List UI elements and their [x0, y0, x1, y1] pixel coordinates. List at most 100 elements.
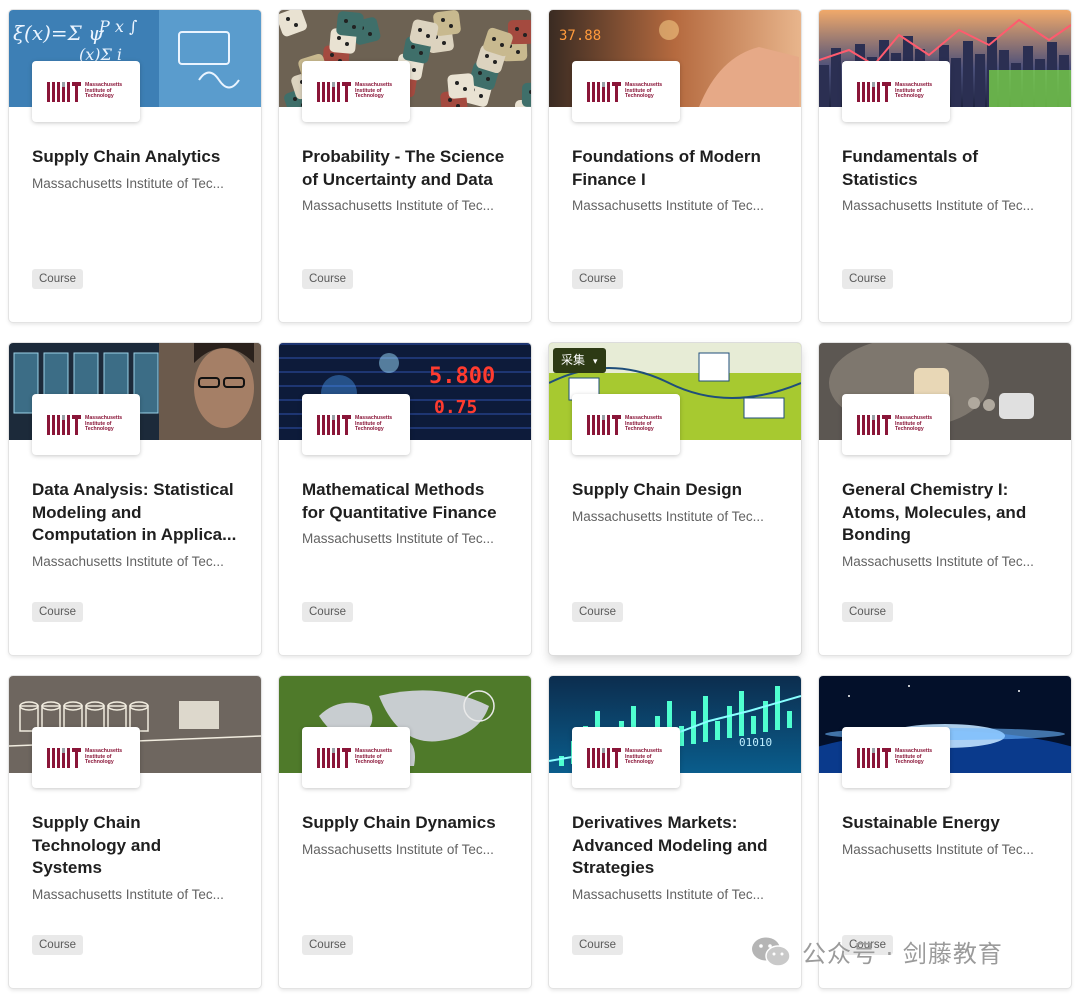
logo-text: Massachusetts Institute of Technology	[625, 415, 663, 433]
svg-text:37.88: 37.88	[559, 28, 601, 44]
partner-logo: Massachusetts Institute of Technology	[32, 727, 140, 788]
course-title-line: of Uncertainty and Data	[302, 169, 493, 189]
svg-text:P x ∫: P x ∫	[98, 17, 137, 36]
course-title[interactable]: Sustainable Energy	[842, 812, 1054, 835]
logo-text: Massachusetts Institute of Technology	[895, 748, 933, 766]
mit-logo-icon	[317, 81, 351, 102]
logo-text: Massachusetts Institute of Technology	[625, 82, 663, 100]
partner-logo: Massachusetts Institute of Technology	[32, 61, 140, 122]
logo-text: Massachusetts Institute of Technology	[85, 748, 123, 766]
svg-text:01010: 01010	[739, 736, 772, 749]
partner-logo: Massachusetts Institute of Technology	[32, 394, 140, 455]
course-type-badge: Course	[572, 269, 624, 289]
partner-name: Massachusetts Institute of Tec...	[32, 175, 224, 191]
course-title[interactable]: Supply Chain Design	[572, 479, 784, 502]
course-title-line: Foundations of Modern	[572, 147, 761, 166]
course-title[interactable]: Foundations of Modern Finance I	[572, 146, 784, 191]
course-card[interactable]: ¥ 采集▾ Massachusetts Institute of Technol…	[549, 343, 801, 655]
partner-name: Massachusetts Institute of Tec...	[572, 508, 764, 524]
course-title-line: Derivatives Markets:	[572, 813, 738, 832]
course-type-badge: Course	[32, 602, 84, 622]
partner-name: Massachusetts Institute of Tec...	[302, 531, 494, 546]
course-title-line: Systems	[32, 858, 102, 877]
partner-logo: Massachusetts Institute of Technology	[302, 394, 410, 455]
course-card[interactable]: 5.800 0.75 Massachusetts Institute of Te…	[279, 343, 531, 655]
course-title-line: Strategies	[572, 858, 655, 877]
course-card[interactable]: Massachusetts Institute of Technology Ge…	[819, 343, 1071, 655]
course-type-badge: Course	[32, 935, 84, 955]
partner-logo: Massachusetts Institute of Technology	[842, 61, 950, 122]
course-title[interactable]: Data Analysis: Statistical Modeling and Co…	[32, 479, 244, 547]
course-card[interactable]: ξ(x)=Σ ψ (x)Σ i P x ∫ Massachusetts Inst…	[9, 10, 261, 322]
mit-logo-icon	[857, 81, 891, 102]
course-title-line: Supply Chain Design	[572, 480, 743, 499]
svg-text:ξ(x)=Σ ψ: ξ(x)=Σ ψ	[13, 21, 104, 45]
partner-logo: Massachusetts Institute of Technology	[842, 394, 950, 455]
logo-text: Massachusetts Institute of Technology	[355, 82, 393, 100]
course-title-line: Computation in Applica...	[32, 525, 237, 544]
chevron-down-icon: ▾	[593, 356, 598, 366]
course-title[interactable]: Supply Chain Analytics	[32, 146, 244, 169]
partner-name: Massachusetts Institute of Tec...	[572, 886, 764, 902]
partner-name: Massachusetts Institute of Tec...	[302, 198, 494, 213]
mit-logo-icon	[47, 414, 81, 435]
logo-text: Massachusetts Institute of Technology	[895, 415, 933, 433]
course-title-line: Mathematical Methods	[302, 480, 485, 499]
collect-label: 采集	[561, 353, 586, 367]
course-title[interactable]: General Chemistry I: Atoms, Molecules, an…	[842, 479, 1054, 547]
svg-text:5.800: 5.800	[429, 364, 495, 389]
course-type-badge: Course	[572, 602, 624, 622]
course-title-line: Statistics	[842, 169, 918, 189]
partner-name: Massachusetts Institute of Tec...	[32, 886, 224, 902]
partner-name: Massachusetts Institute of Tec...	[842, 841, 1034, 857]
logo-text: Massachusetts Institute of Technology	[895, 82, 933, 100]
course-type-badge: Course	[842, 269, 894, 289]
course-title[interactable]: Supply Chain Technology and Systems	[32, 812, 244, 880]
course-card[interactable]: Massachusetts Institute of Technology Fu…	[819, 10, 1071, 322]
logo-text: Massachusetts Institute of Technology	[355, 415, 393, 433]
course-type-badge: Course	[842, 602, 894, 622]
course-title-line: Supply Chain Dynamics	[302, 813, 496, 832]
wechat-icon	[752, 937, 791, 967]
course-title-line: General Chemistry I:	[842, 480, 1009, 499]
course-card[interactable]: Massachusetts Institute of Technology Da…	[9, 343, 261, 655]
mit-logo-icon	[317, 414, 351, 435]
course-type-badge: Course	[32, 269, 84, 289]
mit-logo-icon	[587, 747, 621, 768]
partner-name: Massachusetts Institute of Tec...	[572, 198, 764, 213]
course-card[interactable]: Massachusetts Institute of Technology Su…	[9, 676, 261, 988]
mit-logo-icon	[47, 81, 81, 102]
course-title-line: Supply Chain	[32, 813, 141, 832]
course-title[interactable]: Probability - The Science of Uncertainty …	[302, 146, 514, 191]
course-title-line: Atoms, Molecules, and	[842, 502, 1027, 522]
partner-logo: Massachusetts Institute of Technology	[572, 727, 680, 788]
partner-name: Massachusetts Institute of Tec...	[32, 553, 224, 569]
mit-logo-icon	[587, 81, 621, 102]
course-card[interactable]: 37.88 Massachusetts Institute of Technol…	[549, 10, 801, 322]
course-title[interactable]: Mathematical Methods for Quantitative Fin…	[302, 479, 514, 524]
partner-name: Massachusetts Institute of Tec...	[842, 198, 1034, 213]
partner-name: Massachusetts Institute of Tec...	[302, 841, 494, 857]
watermark-text: 公众号 · 剑藤教育	[802, 940, 1003, 968]
course-title-line: Bonding	[842, 525, 911, 544]
course-card[interactable]: Massachusetts Institute of Technology Pr…	[279, 10, 531, 322]
course-type-badge: Course	[302, 935, 354, 955]
collect-dropdown-button[interactable]: 采集 ▾	[553, 348, 606, 373]
course-title-line: Technology and	[32, 835, 162, 855]
partner-logo: Massachusetts Institute of Technology	[302, 61, 410, 122]
course-type-badge: Course	[302, 602, 354, 622]
course-type-badge: Course	[302, 269, 354, 289]
mit-logo-icon	[857, 414, 891, 435]
logo-text: Massachusetts Institute of Technology	[355, 748, 393, 766]
partner-name: Massachusetts Institute of Tec...	[842, 553, 1034, 569]
partner-logo: Massachusetts Institute of Technology	[302, 727, 410, 788]
mit-logo-icon	[857, 747, 891, 768]
course-title[interactable]: Derivatives Markets: Advanced Modeling an…	[572, 812, 784, 880]
course-grid: ξ(x)=Σ ψ (x)Σ i P x ∫ Massachusetts Inst…	[9, 10, 1071, 988]
course-title[interactable]: Fundamentals of Statistics	[842, 146, 1054, 191]
mit-logo-icon	[47, 747, 81, 768]
course-title[interactable]: Supply Chain Dynamics	[302, 812, 514, 835]
course-title-line: Modeling and	[32, 502, 142, 522]
course-card[interactable]: Massachusetts Institute of Technology Su…	[279, 676, 531, 988]
svg-text:0.75: 0.75	[434, 397, 477, 418]
